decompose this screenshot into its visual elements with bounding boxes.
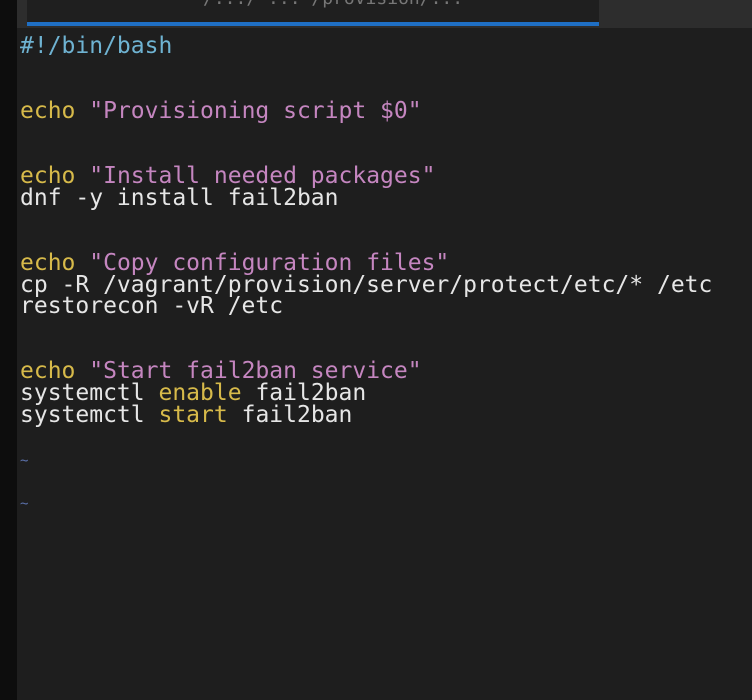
- tab-active[interactable]: /.../ ... /provision/...: [27, 0, 599, 26]
- tilde-marker: ~: [20, 453, 29, 470]
- service-name: fail2ban: [241, 401, 353, 428]
- tilde-marker: ~: [20, 496, 29, 513]
- command-text: restorecon -vR /etc: [20, 293, 284, 320]
- code-editor[interactable]: #!/bin/bash echo "Provisioning script $0…: [20, 33, 750, 513]
- code-line: dnf -y install fail2ban: [20, 184, 750, 211]
- string-literal: "Provisioning script $0": [89, 98, 422, 125]
- tab-bar: /.../ ... /provision/...: [17, 0, 752, 28]
- left-gutter-strip: [0, 0, 17, 700]
- tab-title: /.../ ... /provision/...: [203, 0, 463, 9]
- echo-keyword: echo: [20, 98, 76, 125]
- shebang: #!/bin/bash: [20, 33, 173, 59]
- empty-line-marker: ~: [20, 448, 750, 470]
- code-line: #!/bin/bash: [20, 33, 750, 59]
- command-text: systemctl: [20, 401, 145, 428]
- code-line: systemctl start fail2ban: [20, 401, 750, 428]
- code-line: echo "Provisioning script $0": [20, 98, 750, 125]
- code-line: restorecon -vR /etc: [20, 293, 750, 320]
- systemctl-action: start: [158, 401, 228, 428]
- empty-line-marker: ~: [20, 491, 750, 513]
- command-text: dnf -y install fail2ban: [20, 184, 339, 211]
